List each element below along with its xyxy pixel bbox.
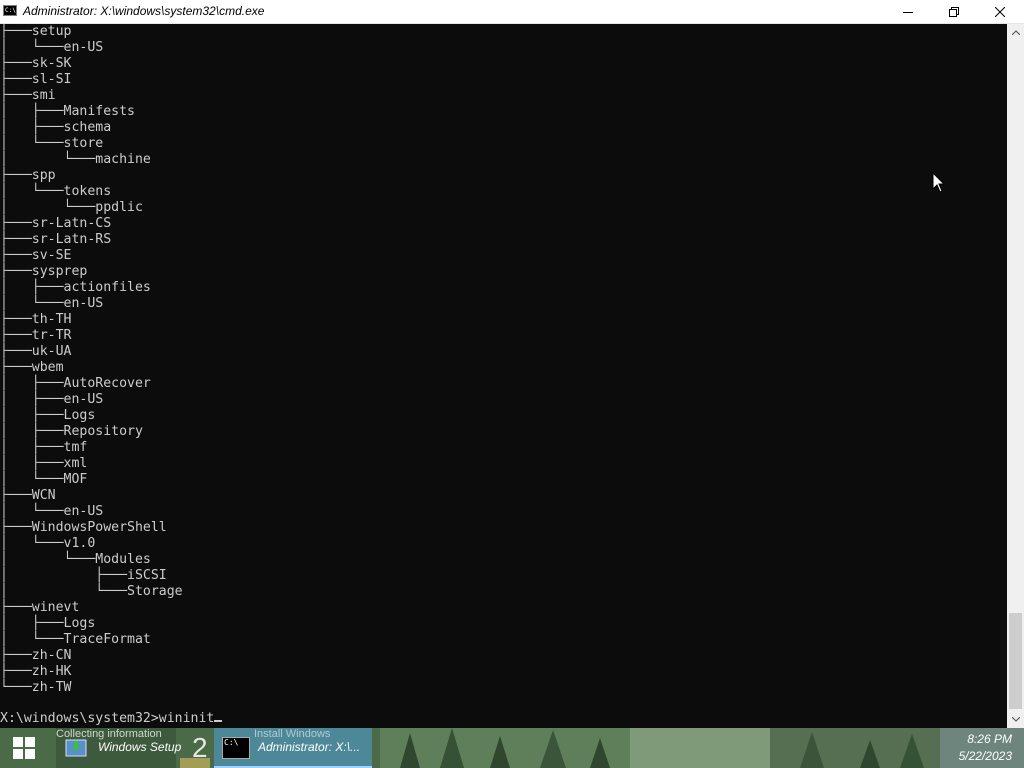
console-line: ├───winevt [0,600,80,615]
scroll-up-button[interactable] [1007,24,1024,41]
console-line: ├───wbem [0,360,64,375]
console-line: │ ├───Logs [0,408,96,423]
console-line: │ └───Modules [0,552,151,567]
system-clock[interactable]: 8:26 PM 5/22/2023 [959,731,1012,765]
chevron-up-icon [1011,30,1020,35]
vertical-scrollbar[interactable] [1007,24,1024,728]
console-line: ├───sl-SI [0,72,72,87]
console-line: ├───zh-CN [0,648,72,663]
console-line: ├───sv-SE [0,248,72,263]
cmd-app-icon: C:\ [3,5,17,16]
console-line: │ ├───Repository [0,424,143,439]
minimize-icon [903,11,913,13]
start-button[interactable] [0,728,48,768]
console-line: │ └───machine [0,152,151,167]
taskbar-group-number: 2 [192,732,208,763]
command-prompt-line[interactable]: X:\windows\system32>wininit [0,711,223,727]
console-line: │ ├───Manifests [0,104,135,119]
scroll-thumb[interactable] [1009,613,1022,709]
console-line: │ ├───en-US [0,392,104,407]
console-line: ├───WindowsPowerShell [0,520,167,535]
console-line: │ └───Storage [0,584,183,599]
cmd-icon: C:\ [222,737,250,759]
console-line: │ └───v1.0 [0,536,96,551]
console-line: ├───sysprep [0,264,88,279]
console-line: │ └───ppdlic [0,200,143,215]
console-line: │ └───en-US [0,296,104,311]
taskbar: Collecting information Windows Setup 2 I… [0,728,1024,768]
restore-button[interactable] [931,0,977,23]
taskbar-item-windows-setup[interactable]: Collecting information Windows Setup [56,728,181,768]
console-line: ├───sr-Latn-RS [0,232,112,247]
console-output[interactable]: ├───setup │ └───en-US ├───sk-SK ├───sl-SI ├─… [0,24,1007,728]
console-line: │ └───tokens [0,184,112,199]
console-line: ├───th-TH [0,312,72,327]
console-line: │ ├───AutoRecover [0,376,151,391]
console-line: │ └───store [0,136,104,151]
console-line: │ ├───tmf [0,440,88,455]
clock-date: 5/22/2023 [958,749,1012,763]
console-line: ├───tr-TR [0,328,72,343]
taskbar-item-cmd[interactable]: Install Windows C:\ Administrator: X:\..… [214,728,372,768]
console-line: ├───smi [0,88,56,103]
scroll-down-button[interactable] [1007,711,1024,728]
text-cursor [214,720,223,722]
minimize-button[interactable] [885,0,931,23]
directory-tree: ├───setup │ └───en-US ├───sk-SK ├───sl-SI ├─… [0,24,1007,728]
command-text: wininit [158,711,215,726]
prompt-path: X:\windows\system32> [0,711,159,726]
console-line: │ ├───actionfiles [0,280,151,295]
title-bar: C:\ Administrator: X:\windows\system32\c… [0,0,1024,24]
console-line: ├───setup [0,24,72,39]
console-line: ├───uk-UA [0,344,72,359]
windows-setup-label: Windows Setup [98,740,182,754]
cmd-taskbar-label: Administrator: X:\... [258,740,361,754]
console-line: └───zh-TW [0,680,72,695]
windows-setup-icon [65,739,87,757]
console-line: ├───zh-HK [0,664,72,679]
restore-icon [949,6,959,17]
console-line: │ └───en-US [0,504,104,519]
console-line: │ ├───xml [0,456,88,471]
cmd-overlay-text: Install Windows [254,728,331,740]
console-line: ├───sk-SK [0,56,72,71]
windows-logo-icon [13,737,35,759]
console-line: ├───WCN [0,488,56,503]
console-line: ├───spp [0,168,56,183]
console-line: │ └───MOF [0,472,88,487]
console-line: │ ├───Logs [0,616,96,631]
console-line: ├───sr-Latn-CS [0,216,112,231]
console-line: │ └───TraceFormat [0,632,151,647]
close-button[interactable] [977,0,1023,23]
clock-time: 8:26 PM [967,732,1012,746]
chevron-down-icon [1011,717,1020,722]
console-line: │ ├───schema [0,120,112,135]
console-line: │ ├───iSCSI [0,568,167,583]
window-title: Administrator: X:\windows\system32\cmd.e… [23,4,265,18]
mouse-pointer-icon [932,172,946,193]
console-line: │ └───en-US [0,40,104,55]
close-icon [995,6,1005,17]
